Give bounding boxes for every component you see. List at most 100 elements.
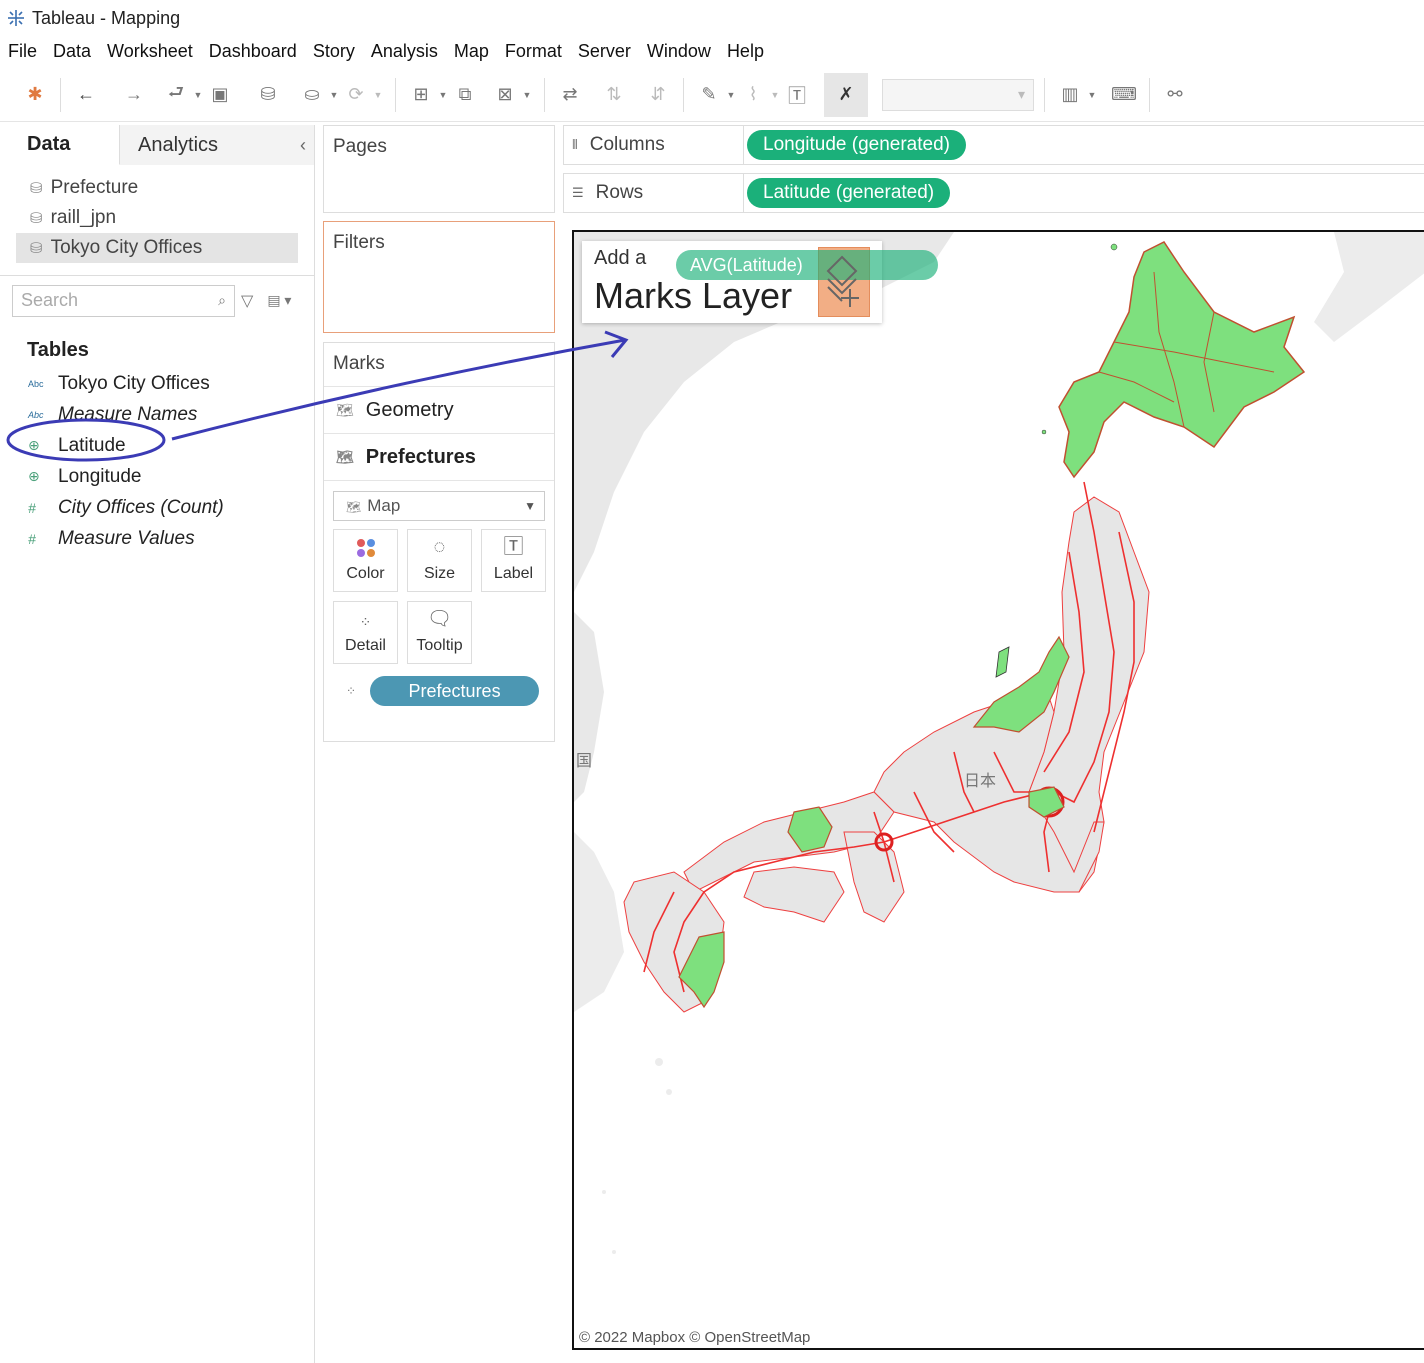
label-button[interactable]: 🅃 Label xyxy=(481,529,546,592)
columns-shelf-label: ⦀ Columns xyxy=(564,126,744,164)
detail-button[interactable]: ⁘ Detail xyxy=(333,601,398,664)
field-label: City Offices (Count) xyxy=(58,496,224,518)
save-icon[interactable]: ▣ xyxy=(205,80,235,110)
columns-icon: ⦀ xyxy=(572,137,578,152)
replay-dropdown-icon[interactable]: ▼ xyxy=(191,90,205,100)
toolbar-separator xyxy=(683,77,684,112)
undo-icon[interactable]: ← xyxy=(71,80,101,110)
highlight-icon[interactable]: ✎ xyxy=(694,80,724,110)
field-item[interactable]: # Measure Values xyxy=(0,523,314,554)
marks-layer-label: Geometry xyxy=(365,398,454,421)
refresh-dropdown-icon[interactable]: ▼ xyxy=(371,90,385,100)
size-button[interactable]: ◌ Size xyxy=(407,529,472,592)
field-item[interactable]: Abc Measure Names xyxy=(0,399,314,430)
map-layer-icon: 🗺 xyxy=(336,401,354,418)
group-dropdown-icon[interactable]: ▼ xyxy=(768,90,782,100)
rows-shelf[interactable]: ☰ Rows Latitude (generated) xyxy=(563,173,1424,213)
duplicate-sheet-icon[interactable]: ⧉ xyxy=(450,80,480,110)
map-view[interactable]: 日本 国 © 2022 Mapbox © OpenStreetMap xyxy=(572,230,1424,1350)
menu-map[interactable]: Map xyxy=(446,41,497,62)
color-button[interactable]: Color xyxy=(333,529,398,592)
field-search-row: Search ⌕ ▽ ▤ ▾ xyxy=(0,275,314,325)
pages-card[interactable]: Pages xyxy=(323,125,555,213)
field-search-input[interactable]: Search ⌕ xyxy=(12,284,235,317)
highlight-dropdown-icon[interactable]: ▼ xyxy=(724,90,738,100)
data-source-item[interactable]: ⛁ Prefecture xyxy=(0,173,314,203)
longitude-pill[interactable]: Longitude (generated) xyxy=(747,130,966,160)
menu-data[interactable]: Data xyxy=(45,41,99,62)
database-icon: ⛁ xyxy=(30,240,43,257)
detail-pill-row: ⁘ Prefectures xyxy=(324,664,554,706)
refresh-icon[interactable]: ⟳ xyxy=(341,80,371,110)
replay-icon[interactable]: ⮐ xyxy=(161,80,191,110)
tooltip-button[interactable]: 🗨 Tooltip xyxy=(407,601,472,664)
menu-format[interactable]: Format xyxy=(497,41,570,62)
filter-icon[interactable]: ▽ xyxy=(241,291,253,311)
sort-descending-icon[interactable]: ⇵ xyxy=(643,80,673,110)
tab-data[interactable]: Data xyxy=(0,125,120,165)
new-worksheet-icon[interactable]: ⊞ xyxy=(406,80,436,110)
clear-sheet-icon[interactable]: ⊠ xyxy=(490,80,520,110)
number-type-icon: # xyxy=(28,530,36,547)
toolbar-separator xyxy=(1149,77,1150,112)
menu-dashboard[interactable]: Dashboard xyxy=(201,41,305,62)
menu-analysis[interactable]: Analysis xyxy=(363,41,446,62)
map-attribution: © 2022 Mapbox © OpenStreetMap xyxy=(579,1329,811,1346)
data-source-label: Tokyo City Offices xyxy=(50,237,203,258)
data-source-label: raill_jpn xyxy=(50,207,117,228)
search-placeholder: Search xyxy=(21,290,79,310)
sakhalin xyxy=(1314,232,1424,342)
database-icon: ⛁ xyxy=(30,180,43,197)
field-item[interactable]: # City Offices (Count) xyxy=(0,492,314,523)
data-source-item[interactable]: ⛁ raill_jpn xyxy=(0,203,314,233)
collapse-pane-icon[interactable]: ‹ xyxy=(300,135,306,156)
menu-story[interactable]: Story xyxy=(305,41,363,62)
fix-axes-icon[interactable]: ✗ xyxy=(824,72,868,117)
fit-dropdown[interactable] xyxy=(882,78,1034,111)
share-icon[interactable]: ⚯ xyxy=(1160,80,1190,110)
dragged-avg-latitude-pill[interactable]: AVG(Latitude) xyxy=(676,250,938,280)
redo-icon[interactable]: → xyxy=(119,80,149,110)
clear-dropdown-icon[interactable]: ▼ xyxy=(520,90,534,100)
swap-rows-columns-icon[interactable]: ⇄ xyxy=(555,80,585,110)
new-worksheet-dropdown-icon[interactable]: ▼ xyxy=(436,90,450,100)
show-cards-icon[interactable]: ▥ xyxy=(1055,80,1085,110)
menu-server[interactable]: Server xyxy=(570,41,639,62)
map-mark-icon: 🗺 xyxy=(346,500,362,514)
globe-icon: ⊕ xyxy=(28,468,40,484)
marks-layer-prefectures[interactable]: 🗺 Prefectures xyxy=(324,434,554,481)
menu-bar: File Data Worksheet Dashboard Story Anal… xyxy=(0,36,1424,66)
field-label: Latitude xyxy=(58,434,126,456)
view-options-icon[interactable]: ▤ ▾ xyxy=(267,292,291,309)
show-cards-dropdown-icon[interactable]: ▼ xyxy=(1085,90,1099,100)
sado-island xyxy=(995,646,1010,678)
data-source-item[interactable]: ⛁ Tokyo City Offices xyxy=(16,233,298,263)
menu-worksheet[interactable]: Worksheet xyxy=(99,41,201,62)
pause-updates-icon[interactable]: ⛀ xyxy=(297,80,327,110)
marks-layer-geometry[interactable]: 🗺 Geometry xyxy=(324,387,554,434)
pane-tabs: Data Analytics ‹ xyxy=(0,125,314,165)
show-mark-labels-icon[interactable]: 🅃 xyxy=(782,80,812,110)
prefectures-detail-pill[interactable]: Prefectures xyxy=(370,676,540,706)
field-item[interactable]: ⊕ Latitude xyxy=(0,430,314,461)
presentation-mode-icon[interactable]: ⌨ xyxy=(1109,80,1139,110)
detail-icon: ⁘ xyxy=(346,684,357,698)
columns-shelf[interactable]: ⦀ Columns Longitude (generated) xyxy=(563,125,1424,165)
marks-card: Marks 🗺 Geometry 🗺 Prefectures 🗺 Map ▼ Colo… xyxy=(323,342,555,742)
tableau-home-icon[interactable]: ✱ xyxy=(20,80,50,110)
sort-ascending-icon[interactable]: ⇅ xyxy=(599,80,629,110)
group-members-icon[interactable]: ⌇ xyxy=(738,80,768,110)
field-item[interactable]: Abc Tokyo City Offices xyxy=(0,368,314,399)
latitude-pill[interactable]: Latitude (generated) xyxy=(747,178,951,208)
field-item[interactable]: ⊕ Longitude xyxy=(0,461,314,492)
menu-window[interactable]: Window xyxy=(639,41,719,62)
pause-dropdown-icon[interactable]: ▼ xyxy=(327,90,341,100)
menu-help[interactable]: Help xyxy=(719,41,772,62)
tab-analytics[interactable]: Analytics ‹ xyxy=(120,125,314,165)
filters-card[interactable]: Filters xyxy=(323,221,555,333)
tooltip-button-label: Tooltip xyxy=(416,637,463,654)
color-icon xyxy=(356,539,375,557)
mark-type-dropdown[interactable]: 🗺 Map ▼ xyxy=(333,491,545,521)
menu-file[interactable]: File xyxy=(0,41,45,62)
new-data-source-icon[interactable]: ⛁ xyxy=(253,80,283,110)
